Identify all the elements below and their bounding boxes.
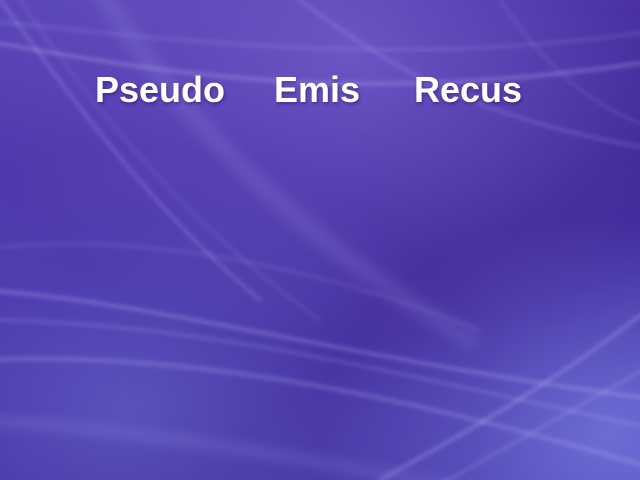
column-headers: Pseudo Emis Recus — [0, 0, 640, 480]
column-header-pseudo[interactable]: Pseudo — [95, 68, 225, 112]
column-header-recus[interactable]: Recus — [414, 68, 522, 112]
column-header-emis[interactable]: Emis — [274, 68, 360, 112]
